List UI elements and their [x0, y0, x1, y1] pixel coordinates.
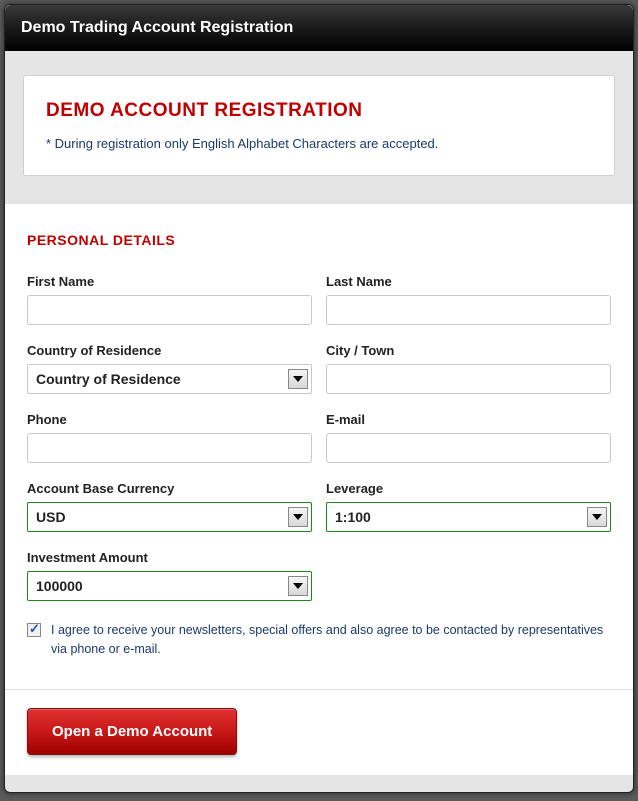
currency-selected: USD [36, 509, 66, 525]
chevron-down-icon [587, 507, 607, 527]
city-input[interactable] [326, 364, 611, 394]
currency-select[interactable]: USD [27, 502, 312, 532]
leverage-select[interactable]: 1:100 [326, 502, 611, 532]
phone-label: Phone [27, 412, 312, 427]
investment-label: Investment Amount [27, 550, 312, 565]
last-name-label: Last Name [326, 274, 611, 289]
first-name-label: First Name [27, 274, 312, 289]
country-label: Country of Residence [27, 343, 312, 358]
leverage-label: Leverage [326, 481, 611, 496]
chevron-down-icon [288, 369, 308, 389]
open-demo-account-button[interactable]: Open a Demo Account [27, 708, 237, 755]
submit-section: Open a Demo Account [5, 689, 633, 775]
modal-title: Demo Trading Account Registration [5, 5, 633, 51]
registration-modal: Demo Trading Account Registration DEMO A… [4, 4, 634, 793]
investment-select[interactable]: 100000 [27, 571, 312, 601]
intro-panel: DEMO ACCOUNT REGISTRATION * During regis… [23, 75, 615, 176]
chevron-down-icon [288, 576, 308, 596]
investment-selected: 100000 [36, 578, 83, 594]
leverage-selected: 1:100 [335, 509, 371, 525]
currency-label: Account Base Currency [27, 481, 312, 496]
consent-checkbox[interactable] [27, 623, 41, 637]
chevron-down-icon [288, 507, 308, 527]
email-input[interactable] [326, 433, 611, 463]
email-label: E-mail [326, 412, 611, 427]
last-name-input[interactable] [326, 295, 611, 325]
intro-title: DEMO ACCOUNT REGISTRATION [46, 100, 592, 122]
consent-text: I agree to receive your newsletters, spe… [51, 621, 611, 659]
city-label: City / Town [326, 343, 611, 358]
form-section: PERSONAL DETAILS First Name Last Name Co… [5, 204, 633, 689]
country-selected: Country of Residence [36, 371, 181, 387]
personal-details-title: PERSONAL DETAILS [27, 232, 611, 248]
phone-input[interactable] [27, 433, 312, 463]
intro-section: DEMO ACCOUNT REGISTRATION * During regis… [5, 51, 633, 204]
first-name-input[interactable] [27, 295, 312, 325]
country-select[interactable]: Country of Residence [27, 364, 312, 394]
intro-note: * During registration only English Alpha… [46, 136, 592, 151]
